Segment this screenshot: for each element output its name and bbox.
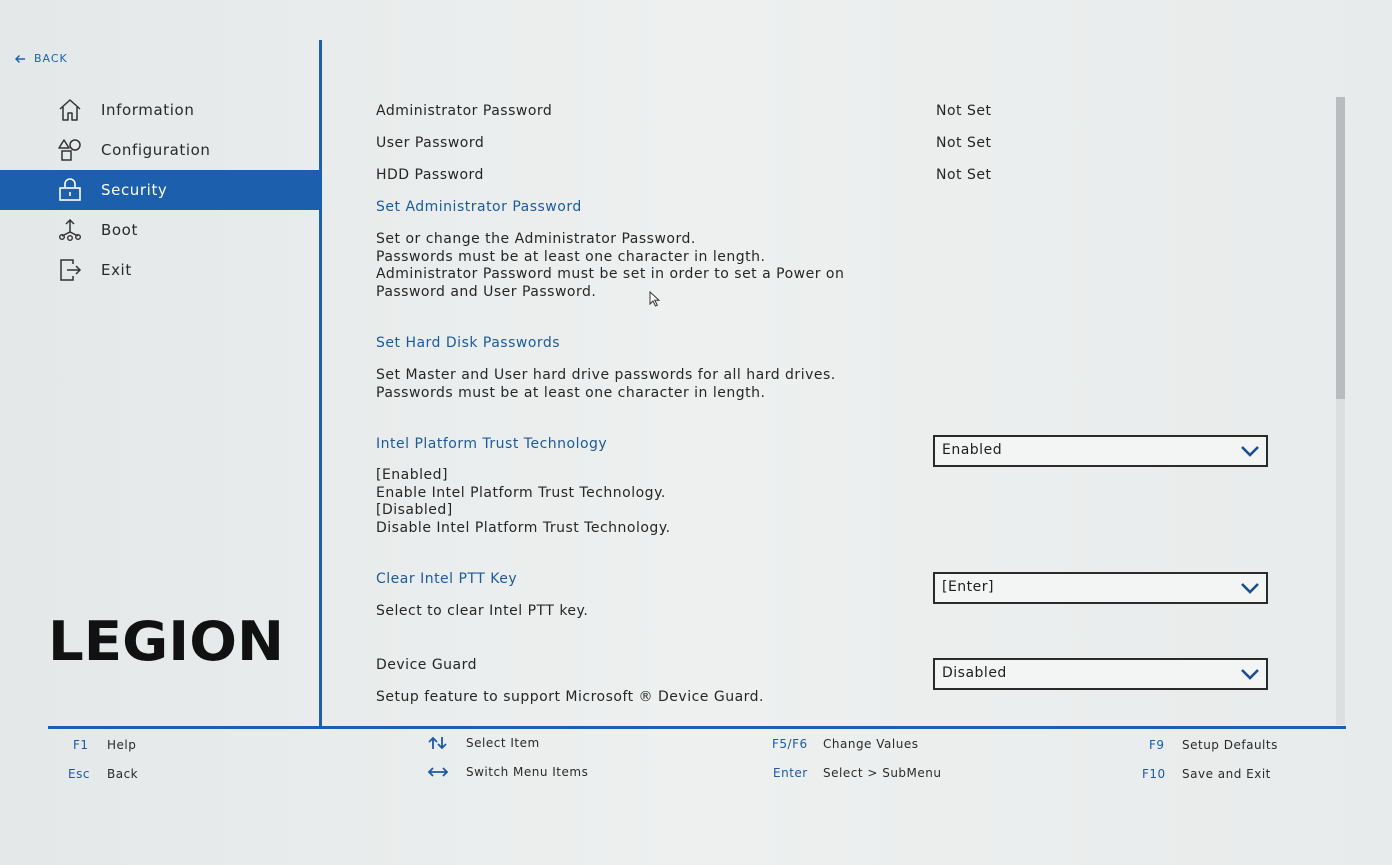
- device-guard-select[interactable]: Disabled: [933, 658, 1268, 690]
- f1-key: F1: [73, 738, 89, 752]
- left-right-arrows-icon: [427, 767, 449, 777]
- desc-line: Password and User Password.: [376, 283, 597, 300]
- sidebar-item-security[interactable]: Security: [0, 170, 321, 210]
- esc-key: Esc: [68, 767, 90, 781]
- chevron-down-icon: [1241, 669, 1259, 680]
- device-guard-select-value: Disabled: [942, 665, 1007, 681]
- select-item-label: Select Item: [466, 736, 540, 750]
- sidebar-item-label: Exit: [101, 261, 132, 279]
- desc-line: Disable Intel Platform Trust Technology.: [376, 519, 671, 536]
- user-password-label: User Password: [376, 135, 485, 151]
- hdd-password-label: HDD Password: [376, 167, 484, 183]
- desc-line: [Enabled]: [376, 467, 448, 483]
- exit-icon: [57, 258, 83, 282]
- sidebar: Information Configuration Security Boot …: [0, 90, 321, 290]
- footer-divider: [48, 726, 1346, 729]
- ptt-desc: [Enabled] Enable Intel Platform Trust Te…: [376, 467, 671, 537]
- desc-line: Set or change the Administrator Password…: [376, 231, 696, 247]
- scrollbar-thumb[interactable]: [1336, 97, 1345, 399]
- desc-line: Enable Intel Platform Trust Technology.: [376, 484, 666, 501]
- back-button[interactable]: BACK: [14, 52, 68, 65]
- desc-line: Set Master and User hard drive passwords…: [376, 367, 836, 383]
- chevron-down-icon: [1241, 446, 1259, 457]
- back-label: BACK: [34, 52, 68, 65]
- desc-line: [Disabled]: [376, 502, 453, 518]
- f1-help-label: Help: [107, 738, 137, 752]
- esc-back-label: Back: [107, 767, 139, 781]
- arrow-left-icon: [15, 54, 25, 63]
- enter-key: Enter: [773, 766, 808, 780]
- ptt-select-value: Enabled: [942, 442, 1003, 458]
- desc-line: Select to clear Intel PTT key.: [376, 603, 589, 619]
- save-and-exit-label: Save and Exit: [1182, 767, 1271, 781]
- sidebar-item-information[interactable]: Information: [0, 90, 321, 130]
- lock-icon: [57, 178, 83, 202]
- up-down-arrows-icon: [428, 736, 447, 750]
- device-guard-label: Device Guard: [376, 657, 478, 673]
- hdd-password-value: Not Set: [936, 167, 992, 183]
- select-submenu-label: Select > SubMenu: [823, 766, 942, 780]
- device-guard-desc: Setup feature to support Microsoft ® Dev…: [376, 689, 764, 707]
- set-hdd-passwords-desc: Set Master and User hard drive passwords…: [376, 367, 836, 402]
- sidebar-item-label: Boot: [101, 221, 138, 239]
- sidebar-item-configuration[interactable]: Configuration: [0, 130, 321, 170]
- set-admin-password-link[interactable]: Set Administrator Password: [376, 199, 582, 215]
- clear-ptt-select[interactable]: [Enter]: [933, 572, 1268, 604]
- sidebar-divider: [319, 40, 322, 727]
- desc-line: Passwords must be at least one character…: [376, 248, 766, 265]
- sidebar-item-boot[interactable]: Boot: [0, 210, 321, 250]
- logo-text: LEGION: [48, 612, 284, 666]
- shapes-icon: [57, 138, 83, 162]
- clear-ptt-key-link[interactable]: Clear Intel PTT Key: [376, 571, 517, 587]
- sidebar-item-label: Security: [101, 181, 168, 199]
- sidebar-item-label: Information: [101, 101, 195, 119]
- ptt-select[interactable]: Enabled: [933, 435, 1268, 467]
- bios-screen: BACK Information Configuration Security …: [0, 0, 1392, 865]
- desc-line: Administrator Password must be set in or…: [376, 266, 845, 282]
- f10-key: F10: [1142, 767, 1166, 781]
- user-password-value: Not Set: [936, 135, 992, 151]
- desc-line: Passwords must be at least one character…: [376, 384, 766, 401]
- mouse-cursor-icon: [649, 291, 661, 307]
- f9-key: F9: [1149, 738, 1165, 752]
- ptt-link[interactable]: Intel Platform Trust Technology: [376, 436, 607, 452]
- setup-defaults-label: Setup Defaults: [1182, 738, 1278, 752]
- home-icon: [57, 98, 83, 122]
- desc-line: Setup feature to support Microsoft ® Dev…: [376, 689, 764, 705]
- switch-menu-label: Switch Menu Items: [466, 765, 589, 779]
- f5f6-key: F5/F6: [772, 737, 808, 751]
- clear-ptt-select-value: [Enter]: [942, 579, 995, 595]
- admin-password-value: Not Set: [936, 103, 992, 119]
- change-values-label: Change Values: [823, 737, 919, 751]
- set-admin-password-desc: Set or change the Administrator Password…: [376, 231, 844, 301]
- set-hdd-passwords-link[interactable]: Set Hard Disk Passwords: [376, 335, 560, 351]
- admin-password-label: Administrator Password: [376, 103, 553, 119]
- chevron-down-icon: [1241, 583, 1259, 594]
- sidebar-item-exit[interactable]: Exit: [0, 250, 321, 290]
- sidebar-item-label: Configuration: [101, 141, 211, 159]
- boot-icon: [57, 218, 83, 242]
- clear-ptt-desc: Select to clear Intel PTT key.: [376, 603, 588, 621]
- legion-logo: LEGION: [48, 612, 284, 666]
